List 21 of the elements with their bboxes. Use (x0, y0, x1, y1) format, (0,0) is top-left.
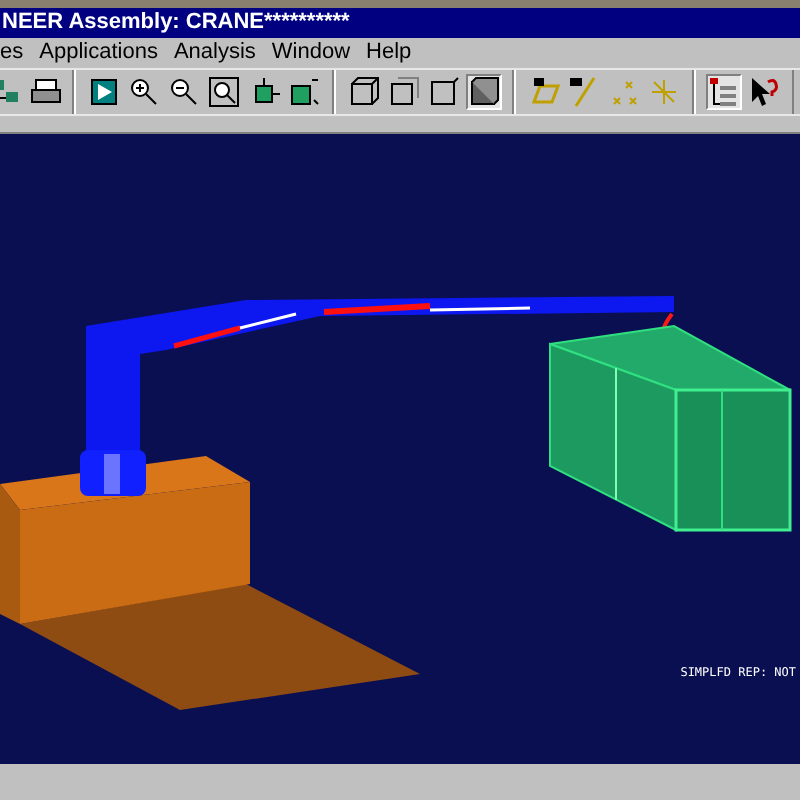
wireframe-button[interactable] (346, 74, 382, 110)
window-title: NEER Assembly: CRANE********** (2, 12, 350, 34)
menu-item[interactable]: Applications (39, 41, 158, 63)
help-pointer-button[interactable] (746, 74, 782, 110)
printer-icon (30, 76, 62, 108)
menu-item[interactable]: Analysis (173, 41, 256, 63)
help-pointer-icon (748, 76, 780, 108)
shaded-cube-icon (468, 76, 500, 108)
zoom-fit-icon (208, 76, 240, 108)
model-tree-icon (708, 76, 740, 108)
menu-item[interactable]: es (0, 41, 24, 63)
wireframe-icon (348, 76, 380, 108)
zoom-fit-button[interactable] (206, 74, 242, 110)
zoom-in-button[interactable] (126, 74, 162, 110)
shaded-cube-button[interactable] (466, 74, 502, 110)
menu-item[interactable]: Window (271, 41, 351, 63)
model-tree-button[interactable] (706, 74, 742, 110)
zoom-out-icon (168, 76, 200, 108)
menu-item[interactable]: Help (366, 41, 412, 63)
zoom-in-icon (128, 76, 160, 108)
zoom-out-button[interactable] (166, 74, 202, 110)
